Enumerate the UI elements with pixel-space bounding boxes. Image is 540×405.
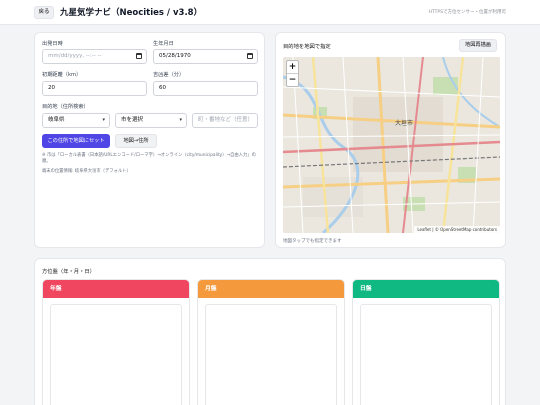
recenter-map-button[interactable]: 地図再描画: [459, 39, 497, 52]
map-to-address-button[interactable]: 地図→住所: [115, 134, 157, 148]
initial-distance-label: 初期距離（km）: [42, 72, 82, 78]
year-board-panel: 年盤: [42, 279, 190, 405]
direction-boards-card: 方位盤（年・月・日） 年盤 月盤 日盤: [34, 258, 506, 405]
top-bar: 戻る 九星気学ナビ（Neocities / v3.8） HTTPSで方位センサー…: [0, 0, 540, 25]
map-view[interactable]: 大垣市 + − Leaflet | © OpenStreetMap contri…: [283, 57, 500, 233]
zoom-in-button[interactable]: +: [287, 61, 298, 74]
map-caption: 地図タップでも指定できます: [283, 239, 342, 244]
travel-date-label: 出発日時: [42, 41, 63, 47]
day-board-canvas: [360, 304, 492, 405]
prefecture-select[interactable]: 岐阜県 ▾: [42, 113, 110, 128]
chevron-down-icon: ▾: [179, 117, 182, 123]
input-form-card: 出発日時 mm/dd/yyyy, --:-- -- 生年月日 05/28/197…: [34, 32, 265, 248]
calendar-icon[interactable]: [247, 53, 253, 59]
prefecture-value: 岐阜県: [48, 117, 65, 123]
zoom-control: + −: [286, 60, 299, 87]
map-city-label: 大垣市: [395, 119, 413, 127]
birth-date-input[interactable]: 05/28/1970: [153, 49, 258, 64]
destination-label: 目的地（住所検索）: [42, 104, 89, 110]
calendar-icon[interactable]: [136, 53, 142, 59]
back-button[interactable]: 戻る: [34, 6, 54, 19]
month-board-header: 月盤: [198, 280, 344, 298]
zoom-out-button[interactable]: −: [287, 74, 298, 87]
year-board-canvas: [50, 304, 182, 405]
tolerance-input[interactable]: 60: [153, 81, 258, 96]
year-board-header: 年盤: [43, 280, 189, 298]
map-card: 目的地を地図で指定 地図再描画 大垣市 + − Leaflet | © Open…: [275, 32, 506, 248]
current-location-note: 端末の位置情報: 岐阜県大垣市（デフォルト）: [42, 169, 131, 174]
initial-distance-input[interactable]: 20: [42, 81, 147, 96]
travel-date-placeholder: mm/dd/yyyy, --:-- --: [48, 53, 102, 59]
month-board-panel: 月盤: [197, 279, 345, 405]
tolerance-label: 吉凶差（分）: [153, 72, 185, 78]
city-value: 市を選択: [121, 117, 144, 123]
travel-date-input[interactable]: mm/dd/yyyy, --:-- --: [42, 49, 147, 64]
day-board-header: 日盤: [353, 280, 499, 298]
map-attribution[interactable]: Leaflet | © OpenStreetMap contributors: [414, 226, 500, 233]
direction-boards-title: 方位盤（年・月・日）: [42, 269, 95, 275]
birth-date-label: 生年月日: [153, 41, 174, 47]
map-tiles: 大垣市: [283, 57, 500, 233]
app-title: 九星気学ナビ（Neocities / v3.8）: [60, 8, 203, 18]
day-board-panel: 日盤: [352, 279, 500, 405]
https-note: HTTPSで方位センサー・位置が利用可: [428, 10, 506, 15]
map-card-title: 目的地を地図で指定: [283, 44, 331, 50]
chevron-down-icon: ▾: [102, 117, 105, 123]
month-board-canvas: [205, 304, 337, 405]
city-select[interactable]: 市を選択 ▾: [115, 113, 187, 128]
set-on-map-button[interactable]: この住所で地図にセット: [42, 134, 110, 148]
city-lookup-note: ※ 市は「ローカル表書（日本語/URLエンコード/ローマ字）→オンライン（cit…: [42, 153, 256, 164]
birth-date-value: 05/28/1970: [159, 53, 191, 59]
town-input[interactable]: 町・番地など（任意）: [192, 113, 258, 128]
